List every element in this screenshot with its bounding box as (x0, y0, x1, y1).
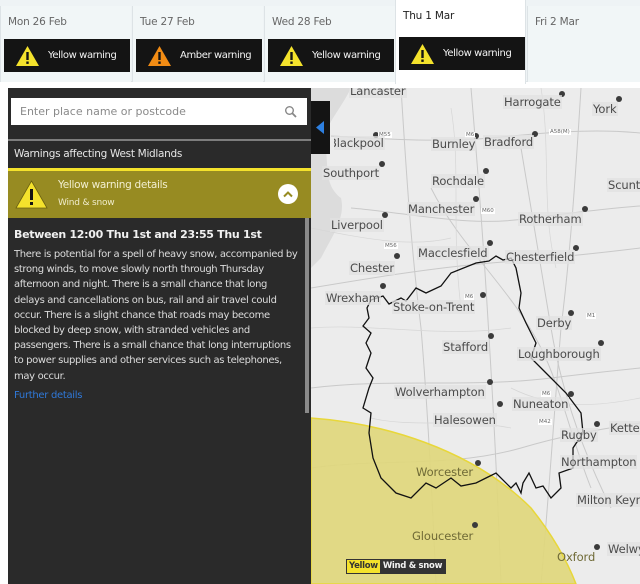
city-dot (472, 522, 478, 528)
city-label: Rugby (560, 428, 598, 442)
city-dot (487, 379, 493, 385)
warning-detail-body: Between 12:00 Thu 1st and 23:55 Thu 1st … (14, 228, 299, 401)
day-tab-thu[interactable]: Thu 1 Mar Yellow warning (395, 0, 526, 84)
road-label: A58(M) (549, 129, 571, 135)
map-base (311, 88, 640, 584)
city-dot (598, 340, 604, 346)
map-legend: Yellow Wind & snow (346, 559, 447, 574)
area-title: Warnings affecting West Midlands (14, 148, 183, 160)
city-label: Harrogate (503, 95, 562, 109)
collapse-left-icon (316, 121, 324, 134)
warnings-panel: Warnings affecting West Midlands Yellow … (8, 88, 311, 584)
city-label: Derby (536, 316, 573, 330)
city-dot (488, 333, 494, 339)
warning-triangle-icon (16, 45, 39, 66)
city-label: Loughborough (517, 347, 601, 361)
city-dot (497, 401, 503, 407)
collapse-button[interactable] (278, 184, 298, 204)
day-label: Thu 1 Mar (403, 10, 455, 22)
city-label: Oxford (557, 550, 596, 564)
city-label: Chesterfield (505, 250, 576, 264)
warning-map[interactable]: Lancaster Harrogate York M55 Blackpool M… (311, 88, 640, 584)
warning-label: Amber warning (180, 50, 252, 61)
warning-label: Yellow warning (443, 48, 512, 59)
day-tab-tue[interactable]: Tue 27 Feb Amber warning (132, 6, 263, 82)
city-label: Wrexham (325, 291, 381, 305)
divider (8, 139, 311, 141)
city-label: Worcester (416, 465, 474, 479)
detail-subtitle: Wind & snow (58, 198, 115, 208)
detail-title: Yellow warning details (58, 179, 168, 191)
road-label: M56 (384, 243, 398, 249)
city-dot (582, 206, 588, 212)
city-label: Milton Keynes (576, 493, 640, 507)
weather-warnings-page: Mon 26 Feb Yellow warning Tue 27 Feb Amb… (0, 0, 640, 584)
city-label: Bradford (483, 135, 535, 149)
panel-toggle-button[interactable] (311, 101, 330, 154)
legend-level: Yellow (347, 560, 380, 573)
day-tab-mon[interactable]: Mon 26 Feb Yellow warning (0, 6, 131, 82)
city-label: Stafford (442, 340, 490, 354)
warning-description: There is potential for a spell of heavy … (14, 249, 298, 382)
city-label: Rochdale (431, 174, 485, 188)
search-input[interactable] (11, 98, 284, 125)
city-label: Wolverhampton (394, 385, 486, 399)
warning-triangle-icon (15, 180, 48, 209)
city-label: Halesowen (433, 413, 497, 427)
warning-label: Yellow warning (48, 50, 117, 61)
panel-scrollbar[interactable] (305, 218, 309, 413)
city-label: Chester (349, 261, 395, 275)
day-tab-wed[interactable]: Wed 28 Feb Yellow warning (264, 6, 395, 82)
city-label: Manchester (407, 202, 476, 216)
yellow-warning-button[interactable]: Yellow warning (4, 39, 130, 72)
search-icon[interactable] (284, 105, 298, 119)
day-label: Mon 26 Feb (8, 16, 67, 28)
city-label: Stoke-on-Trent (392, 300, 476, 314)
city-label: Welwyn (607, 542, 640, 556)
city-label: York (592, 102, 618, 116)
further-details-link[interactable]: Further details (14, 390, 299, 401)
road-label: M42 (538, 419, 552, 425)
yellow-warning-button[interactable]: Yellow warning (268, 39, 394, 72)
warning-time-range: Between 12:00 Thu 1st and 23:55 Thu 1st (14, 228, 262, 241)
warning-triangle-icon (280, 45, 303, 66)
city-dot (594, 421, 600, 427)
city-label: Macclesfield (417, 246, 489, 260)
day-label: Tue 27 Feb (140, 16, 195, 28)
road-label: M1 (586, 313, 597, 319)
city-label: Northampton (560, 455, 638, 469)
warning-triangle-icon (148, 45, 171, 66)
city-label: Blackpool (329, 136, 385, 150)
city-label: Liverpool (330, 218, 384, 232)
city-label: Gloucester (412, 529, 474, 543)
warning-detail-header[interactable]: Yellow warning details Wind & snow (8, 168, 311, 218)
warning-label: Yellow warning (312, 50, 381, 61)
search-box (11, 98, 307, 125)
city-label: Nuneaton (512, 397, 570, 411)
day-label: Wed 28 Feb (272, 16, 332, 28)
city-label: Kettering (609, 421, 640, 435)
city-dot (380, 283, 386, 289)
day-tab-fri[interactable]: Fri 2 Mar (527, 6, 640, 82)
day-tabs: Mon 26 Feb Yellow warning Tue 27 Feb Amb… (0, 0, 640, 84)
city-dot (475, 460, 481, 466)
day-label: Fri 2 Mar (535, 16, 579, 28)
city-dot (480, 292, 486, 298)
warning-triangle-icon (411, 43, 434, 64)
amber-warning-button[interactable]: Amber warning (136, 39, 262, 72)
legend-type: Wind & snow (382, 561, 443, 571)
city-label: Burnley (431, 137, 477, 151)
city-label: Scunthorpe (607, 178, 640, 192)
road-label: M60 (481, 208, 495, 214)
yellow-warning-button[interactable]: Yellow warning (399, 37, 525, 70)
city-label: Rotherham (518, 212, 583, 226)
chevron-up-icon (283, 191, 293, 198)
city-dot (394, 253, 400, 259)
city-label: Southport (322, 166, 381, 180)
city-label: Lancaster (349, 88, 407, 98)
